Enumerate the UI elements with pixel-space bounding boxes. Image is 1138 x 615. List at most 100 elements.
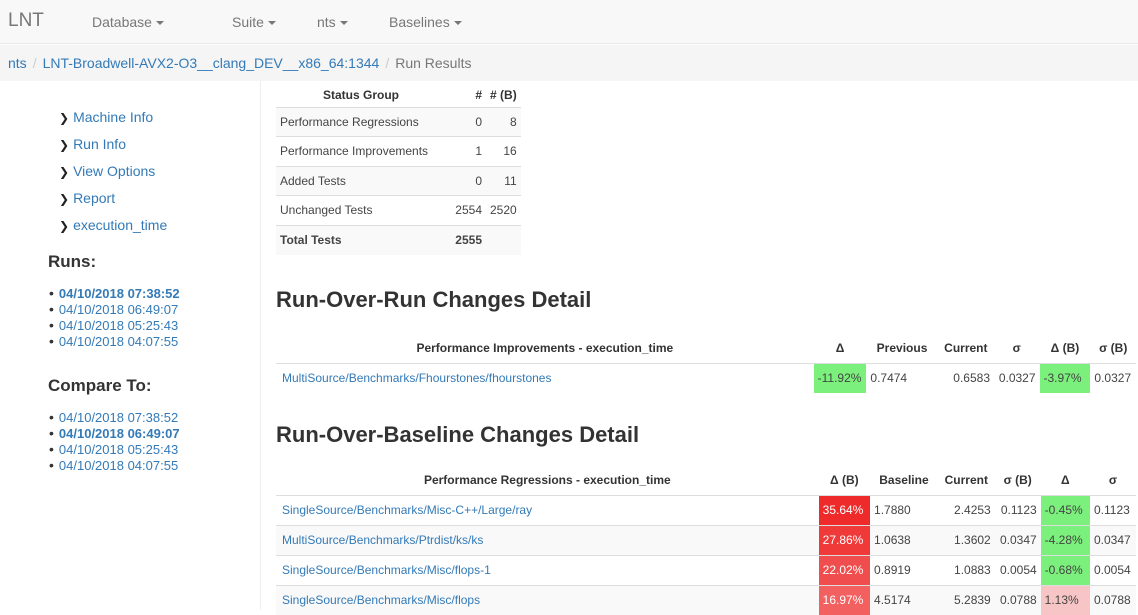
count-cell: 2555 <box>446 224 486 255</box>
delta-baseline-cell: -3.97% <box>1039 362 1091 393</box>
sidebar-divider <box>260 81 261 610</box>
navbar: LNT Database Suite nts Baselines <box>0 0 1138 44</box>
current-cell: 5.2839 <box>937 584 995 615</box>
run-over-baseline-table: Performance Regressions - execution_time… <box>276 465 1136 615</box>
caret-down-icon <box>339 21 348 26</box>
benchmark-link[interactable]: SingleSource/Benchmarks/Misc/flops-1 <box>282 563 491 577</box>
count-cell: 1 <box>446 136 486 166</box>
table-row: Performance Regressions 0 8 <box>276 106 521 137</box>
compare-list: • 04/10/2018 07:38:52 • 04/10/2018 06:49:0… <box>49 409 180 473</box>
compare-link[interactable]: 04/10/2018 07:38:52 <box>59 410 178 425</box>
baseline-cell: 1.7880 <box>870 494 938 525</box>
current-cell: 1.0883 <box>937 554 995 585</box>
benchmark-cell: MultiSource/Benchmarks/Ptrdist/ks/ks <box>276 524 819 555</box>
benchmark-link[interactable]: SingleSource/Benchmarks/Misc/flops <box>282 593 480 607</box>
column-header: Status Group <box>322 87 399 102</box>
table-header-row: Status Group # # (B) <box>276 83 521 107</box>
status-group-cell: Added Tests <box>276 165 446 196</box>
chevron-right-icon: ❯ <box>59 219 70 233</box>
delta-baseline-cell: 16.97% <box>818 584 871 615</box>
sidebar-link-label: execution_time <box>73 217 168 233</box>
bullet-icon: • <box>49 425 54 441</box>
compare-link[interactable]: 04/10/2018 06:49:07 <box>59 426 180 441</box>
benchmark-cell: SingleSource/Benchmarks/Misc/flops-1 <box>276 554 819 585</box>
compare-link[interactable]: 04/10/2018 04:07:55 <box>59 458 178 473</box>
column-header: Current <box>937 333 994 364</box>
table-row: Added Tests 0 11 <box>276 165 521 196</box>
nav-baselines-dropdown[interactable]: Baselines <box>389 14 462 30</box>
previous-cell: 0.7474 <box>866 362 938 393</box>
benchmark-link[interactable]: MultiSource/Benchmarks/Ptrdist/ks/ks <box>282 533 483 547</box>
breadcrumb-nts[interactable]: nts <box>8 55 27 71</box>
table-row: MultiSource/Benchmarks/Ptrdist/ks/ks 27.… <box>276 524 1136 555</box>
sigma-baseline-cell: 0.0788 <box>994 584 1041 615</box>
bullet-icon: • <box>49 409 54 425</box>
count-baseline-cell <box>486 224 521 255</box>
nav-database-label: Database <box>92 14 152 30</box>
sidebar-link-machine-info[interactable]: ❯ Machine Info <box>59 109 153 125</box>
count-baseline-cell: 11 <box>486 165 521 196</box>
list-item: • 04/10/2018 05:25:43 <box>49 317 180 333</box>
nav-database-dropdown[interactable]: Database <box>92 14 164 30</box>
run-link[interactable]: 04/10/2018 06:49:07 <box>59 302 178 317</box>
sidebar-link-label: Machine Info <box>73 109 154 125</box>
bullet-icon: • <box>49 333 54 349</box>
benchmark-link[interactable]: MultiSource/Benchmarks/Fhourstones/fhour… <box>282 371 551 385</box>
column-header: Baseline <box>870 465 938 496</box>
column-header: # <box>475 87 482 102</box>
table-row: Performance Improvements 1 16 <box>276 136 521 166</box>
sigma-cell: 0.0327 <box>994 362 1040 393</box>
status-group-cell: Unchanged Tests <box>276 195 446 225</box>
delta-cell: 1.13% <box>1040 584 1090 615</box>
breadcrumb-machine[interactable]: LNT-Broadwell-AVX2-O3__clang_DEV__x86_64… <box>43 55 380 71</box>
benchmark-cell: SingleSource/Benchmarks/Misc/flops <box>276 584 819 615</box>
list-item: • 04/10/2018 04:07:55 <box>49 333 180 349</box>
sidebar-link-execution-time[interactable]: ❯ execution_time <box>59 217 167 233</box>
run-link[interactable]: 04/10/2018 04:07:55 <box>59 334 178 349</box>
table-row: SingleSource/Benchmarks/Misc/flops-1 22.… <box>276 554 1136 585</box>
run-over-run-title: Run-Over-Run Changes Detail <box>276 287 592 312</box>
count-cell: 2554 <box>446 195 486 225</box>
count-cell: 0 <box>446 165 486 196</box>
table-row: SingleSource/Benchmarks/Misc-C++/Large/r… <box>276 494 1136 525</box>
sigma-cell: 0.0788 <box>1090 584 1136 615</box>
delta-baseline-cell: 22.02% <box>818 554 871 585</box>
list-item: • 04/10/2018 04:07:55 <box>49 457 180 473</box>
delta-cell: -0.68% <box>1040 554 1090 585</box>
nav-nts-dropdown[interactable]: nts <box>317 14 348 30</box>
benchmark-cell: SingleSource/Benchmarks/Misc-C++/Large/r… <box>276 494 819 525</box>
sigma-cell: 0.0347 <box>1090 524 1136 555</box>
sidebar-link-report[interactable]: ❯ Report <box>59 190 115 206</box>
compare-link[interactable]: 04/10/2018 05:25:43 <box>59 442 178 457</box>
run-over-baseline-title: Run-Over-Baseline Changes Detail <box>276 422 640 447</box>
nav-suite-dropdown[interactable]: Suite <box>232 14 276 30</box>
count-baseline-cell: 2520 <box>486 195 521 225</box>
sidebar-link-view-options[interactable]: ❯ View Options <box>59 163 155 179</box>
status-table: Status Group # # (B) Performance Regress… <box>276 83 521 255</box>
chevron-right-icon: ❯ <box>59 192 70 206</box>
delta-baseline-cell: 27.86% <box>818 524 871 555</box>
status-group-cell: Performance Improvements <box>276 136 446 166</box>
chevron-right-icon: ❯ <box>59 165 70 179</box>
run-link[interactable]: 04/10/2018 05:25:43 <box>59 318 178 333</box>
sigma-baseline-cell: 0.0054 <box>994 554 1041 585</box>
list-item: • 04/10/2018 07:38:52 <box>49 409 180 425</box>
breadcrumb-separator: / <box>32 55 37 71</box>
run-link[interactable]: 04/10/2018 07:38:52 <box>59 286 180 301</box>
bullet-icon: • <box>49 317 54 333</box>
delta-cell: -0.45% <box>1040 494 1090 525</box>
brand-logo[interactable]: LNT <box>8 10 44 32</box>
baseline-cell: 0.8919 <box>870 554 938 585</box>
list-item: • 04/10/2018 06:49:07 <box>49 301 180 317</box>
list-item: • 04/10/2018 07:38:52 <box>49 285 180 301</box>
sidebar: ❯ Machine Info ❯ Run Info ❯ View Options ❯ R… <box>0 81 260 610</box>
column-header: Δ <box>1040 465 1090 496</box>
bullet-icon: • <box>49 301 54 317</box>
column-header: Δ (B) <box>1039 333 1091 364</box>
sidebar-link-run-info[interactable]: ❯ Run Info <box>59 136 126 152</box>
count-baseline-cell: 8 <box>486 106 521 137</box>
nav-nts-label: nts <box>317 14 336 30</box>
sigma-cell: 0.1123 <box>1090 494 1136 525</box>
table-row: Unchanged Tests 2554 2520 <box>276 195 521 225</box>
benchmark-link[interactable]: SingleSource/Benchmarks/Misc-C++/Large/r… <box>282 503 532 517</box>
